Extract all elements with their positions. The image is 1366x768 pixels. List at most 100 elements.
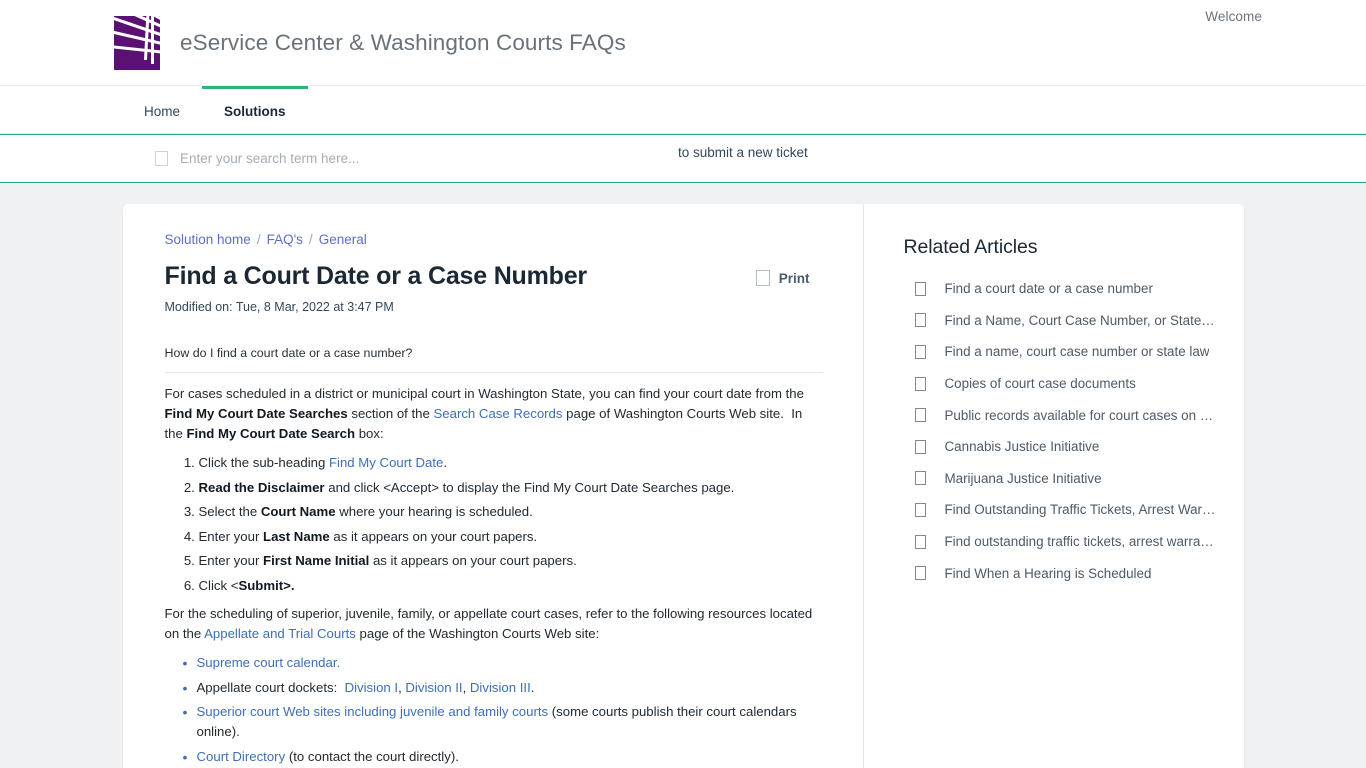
article-intro-paragraph: For cases scheduled in a district or mun… (165, 384, 823, 444)
link-division-ii[interactable]: Division II (405, 680, 462, 695)
related-article-label: Public records available for court cases… (944, 407, 1217, 423)
step-item: Enter your First Name Initial as it appe… (199, 551, 823, 571)
search-icon (155, 151, 168, 166)
article-paragraph-2: For the scheduling of superior, juvenile… (165, 604, 823, 644)
document-icon (914, 471, 926, 486)
document-icon (914, 313, 926, 328)
bullet2-pre: Appellate court dockets: (196, 679, 345, 695)
related-article-label: Find a Name, Court Case Number, or State… (944, 312, 1217, 328)
step-4-bold: Last Name (263, 528, 330, 544)
document-icon (914, 376, 926, 391)
related-article-item[interactable]: Cannabis Justice Initiative (904, 431, 1224, 463)
nav-item-home[interactable]: Home (122, 86, 202, 133)
related-article-item[interactable]: Find outstanding traffic tickets, arrest… (904, 526, 1224, 558)
main-nav: Home Solutions (0, 86, 1366, 134)
step-5-pre: Enter your (198, 553, 264, 569)
step-4-post: as it appears on your court papers. (329, 528, 538, 544)
welcome-label: Welcome (1205, 9, 1262, 24)
related-article-item[interactable]: Find a court date or a case number (904, 273, 1224, 305)
step-2-post: and click <Accept> to display the Find M… (324, 479, 735, 495)
link-court-directory[interactable]: Court Directory (197, 749, 286, 764)
link-appellate-and-trial-courts[interactable]: Appellate and Trial Courts (204, 626, 356, 641)
related-article-item[interactable]: Find Outstanding Traffic Tickets, Arrest… (904, 494, 1224, 526)
search-strip: to submit a new ticket (0, 134, 1366, 183)
para2-text-2: page of the Washington Courts Web site: (355, 625, 600, 641)
step-5-bold: First Name Initial (263, 553, 370, 569)
related-articles-panel: Related Articles Find a court date or a … (864, 204, 1244, 768)
search-input[interactable] (178, 150, 598, 167)
step-4-pre: Enter your (198, 528, 264, 544)
breadcrumb: Solution home / FAQ's / General (165, 232, 823, 247)
list-item: Appellate court dockets: Division I, Div… (183, 678, 823, 699)
related-article-item[interactable]: Public records available for court cases… (904, 399, 1224, 431)
related-article-label: Copies of court case documents (944, 376, 1136, 392)
step-item: Enter your Last Name as it appears on yo… (199, 527, 823, 547)
bullet2-comma-2: , (462, 679, 470, 695)
step-item: Click the sub-heading Find My Court Date… (199, 453, 823, 473)
document-icon (914, 408, 926, 423)
bullet4-post: (to contact the court directly). (285, 748, 459, 764)
link-supreme-court-calendar[interactable]: Supreme court calendar. (197, 655, 341, 670)
intro-text-1: For cases scheduled in a district or mun… (164, 385, 804, 401)
article-title-row: Find a Court Date or a Case Number Modif… (165, 261, 823, 314)
step-2-bold: Read the Disclaimer (198, 479, 325, 495)
related-article-label: Cannabis Justice Initiative (944, 439, 1100, 455)
steps-list: Click the sub-heading Find My Court Date… (165, 453, 823, 596)
article-question: How do I find a court date or a case num… (164, 344, 823, 373)
related-article-label: Find Outstanding Traffic Tickets, Arrest… (944, 502, 1217, 518)
link-division-i[interactable]: Division I (345, 680, 399, 695)
step-3-post: where your hearing is scheduled. (335, 504, 533, 520)
intro-bold-1: Find My Court Date Searches (164, 405, 348, 421)
print-button[interactable]: Print (755, 270, 810, 286)
nav-item-solutions[interactable]: Solutions (202, 86, 308, 133)
related-article-label: Find a court date or a case number (944, 281, 1153, 297)
submit-ticket-note[interactable]: to submit a new ticket (678, 145, 808, 160)
link-find-my-court-date[interactable]: Find My Court Date (329, 455, 443, 470)
page-title: Find a Court Date or a Case Number (164, 262, 588, 290)
link-division-iii[interactable]: Division III (470, 680, 531, 695)
document-icon (914, 281, 926, 296)
step-1-pre: Click the sub-heading (198, 455, 329, 471)
step-6-bold: Submit>. (238, 577, 295, 593)
document-icon (914, 566, 926, 581)
related-article-label: Find outstanding traffic tickets, arrest… (944, 534, 1214, 550)
page-body: Solution home / FAQ's / General Find a Court… (0, 183, 1366, 768)
related-article-item[interactable]: Marijuana Justice Initiative (904, 463, 1224, 495)
related-article-item[interactable]: Find a Name, Court Case Number, or State… (904, 305, 1224, 337)
step-5-post: as it appears on your court papers. (369, 553, 577, 569)
intro-bold-2: Find My Court Date Search (186, 425, 356, 441)
list-item: Supreme court calendar. (183, 653, 823, 674)
content-card: Solution home / FAQ's / General Find a Court… (122, 204, 1244, 768)
document-icon (914, 534, 926, 549)
related-article-label: Marijuana Justice Initiative (944, 470, 1102, 486)
breadcrumb-item-general[interactable]: General (319, 232, 367, 247)
list-item: Court Directory (to contact the court di… (183, 747, 823, 768)
site-header: Welcome eService Center & Washington Cou… (0, 0, 1366, 86)
related-article-label: Find a name, court case number or state … (944, 344, 1210, 360)
document-icon (914, 439, 926, 454)
related-article-label: Find When a Hearing is Scheduled (944, 565, 1152, 581)
breadcrumb-separator: / (256, 232, 261, 247)
link-superior-court-web-sites[interactable]: Superior court Web sites including juven… (197, 704, 549, 719)
step-6-pre: Click < (198, 577, 239, 593)
brand[interactable]: eService Center & Washington Courts FAQs (114, 16, 626, 70)
related-article-item[interactable]: Copies of court case documents (904, 368, 1224, 400)
step-item: Select the Court Name where your hearing… (199, 502, 823, 522)
step-3-pre: Select the (198, 504, 261, 520)
breadcrumb-separator: / (308, 232, 313, 247)
article-column: Solution home / FAQ's / General Find a Court… (123, 204, 863, 768)
breadcrumb-item-solution-home[interactable]: Solution home (165, 232, 251, 247)
list-item: Superior court Web sites including juven… (183, 702, 823, 742)
document-icon (914, 502, 926, 517)
print-label: Print (778, 270, 810, 286)
breadcrumb-item-faqs[interactable]: FAQ's (267, 232, 303, 247)
article-body: How do I find a court date or a case num… (164, 344, 823, 768)
bullet2-post: . (530, 679, 535, 695)
intro-text-2: section of the (347, 405, 434, 421)
purple-fan-logo-icon (114, 16, 160, 70)
related-article-item[interactable]: Find a name, court case number or state … (904, 336, 1224, 368)
document-icon (914, 344, 926, 359)
related-article-item[interactable]: Find When a Hearing is Scheduled (904, 557, 1224, 589)
brand-title: eService Center & Washington Courts FAQs (180, 30, 626, 55)
link-search-case-records[interactable]: Search Case Records (433, 406, 562, 421)
